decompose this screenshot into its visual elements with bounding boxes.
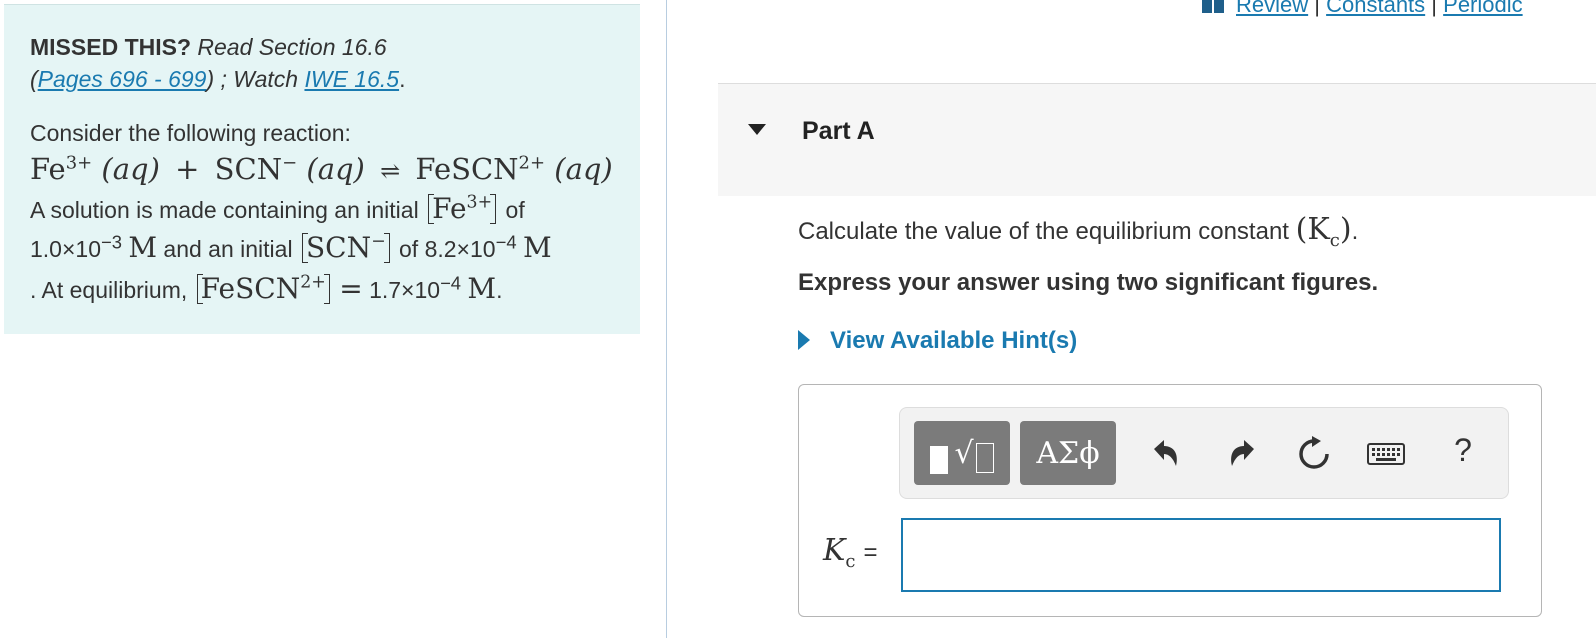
consider-text: Consider the following reaction: <box>30 120 351 146</box>
molar-unit: M <box>128 231 158 264</box>
paren-open: ( <box>30 66 38 92</box>
pages-link[interactable]: Pages 696 - 699 <box>38 66 207 92</box>
constants-link[interactable]: Constants <box>1326 0 1425 17</box>
eq-conc-exp: −4 <box>440 272 462 294</box>
period: . <box>496 277 503 303</box>
link-separator: | <box>1314 0 1320 17</box>
scn-charge: − <box>282 152 298 174</box>
fescn-charge: 2+ <box>300 272 326 293</box>
equals-sign: = <box>339 272 363 305</box>
undo-icon[interactable] <box>1146 434 1186 474</box>
greek-symbols-button[interactable]: ΑΣϕ <box>1020 421 1116 485</box>
initial-scn-line: 1.0×10−3 M and an initial SCN− of 8.2×10… <box>30 229 640 268</box>
scn-ion: SCN <box>214 152 283 186</box>
molar-unit: M <box>522 231 552 264</box>
period: . <box>1351 218 1359 245</box>
scn-conc-value: of 8.2×10 <box>399 236 496 262</box>
prompt-text: Calculate the value of the equilibrium c… <box>798 218 1289 245</box>
iwe-link[interactable]: IWE 16.5 <box>304 66 399 92</box>
fe-ion: Fe <box>30 152 66 186</box>
kc-close: ) <box>1339 212 1352 247</box>
line1-text: A solution is made containing an initial <box>30 197 419 223</box>
read-section-text: Read Section 16.6 <box>197 34 387 60</box>
aq-state: (aq) <box>101 152 160 186</box>
equilibrium-line: . At equilibrium, FeSCN2+ = 1.7×10−4 M. <box>30 268 640 311</box>
part-a-header[interactable]: Part A <box>718 83 1596 196</box>
fe-conc-exp: −3 <box>101 231 122 253</box>
instruction-text: Express your answer using two significan… <box>798 269 1379 296</box>
equilibrium-arrow: ⇌ <box>380 157 401 185</box>
answer-area: √ ΑΣϕ ? Kc = <box>798 384 1542 617</box>
review-link[interactable]: Review <box>1236 0 1308 17</box>
reaction-equation: Fe3+ (aq) + SCN− (aq) ⇌ FeSCN2+ (aq) <box>30 149 640 191</box>
fe-concentration-bracket: Fe3+ <box>428 192 497 225</box>
kc-symbol: (Kc) <box>1295 212 1352 251</box>
kc-k: K <box>823 533 846 568</box>
kc-k: (K <box>1295 212 1330 247</box>
part-title: Part A <box>802 117 875 145</box>
fescn-ion: FeSCN <box>415 152 519 186</box>
resource-links: Review | Constants | Periodic <box>1202 0 1523 18</box>
scn-concentration-bracket: SCN− <box>301 231 390 264</box>
fe-charge: 3+ <box>65 152 93 174</box>
panel-divider <box>666 0 667 638</box>
view-hints-toggle[interactable]: View Available Hint(s) <box>798 327 1077 355</box>
period: . <box>399 66 406 92</box>
kc-subscript: c <box>845 551 856 572</box>
and-initial-text: and an initial <box>163 236 293 262</box>
keyboard-icon[interactable] <box>1366 434 1406 474</box>
missed-this-line: MISSED THIS? Read Section 16.6 (Pages 69… <box>30 31 640 95</box>
scn-charge: − <box>371 231 386 252</box>
initial-fe-line: A solution is made containing an initial… <box>30 191 640 229</box>
aq-state: (aq) <box>554 152 613 186</box>
redo-icon[interactable] <box>1222 434 1262 474</box>
template-block <box>930 446 949 474</box>
plus-sign: + <box>175 152 200 186</box>
fe-ion: Fe <box>432 192 467 225</box>
kc-answer-label: Kc = <box>823 533 878 572</box>
help-icon[interactable]: ? <box>1448 432 1478 472</box>
of-text: of <box>505 197 525 223</box>
scn-ion: SCN <box>305 231 372 264</box>
caret-right-icon <box>798 330 810 350</box>
missed-label: MISSED THIS? <box>30 34 192 60</box>
fe-conc-value: 1.0×10 <box>30 236 101 262</box>
kc-subscript: c <box>1329 230 1340 251</box>
fescn-charge: 2+ <box>518 152 546 174</box>
molar-unit: M <box>467 272 497 305</box>
problem-panel: MISSED THIS? Read Section 16.6 (Pages 69… <box>4 4 640 334</box>
fescn-concentration-bracket: FeSCN2+ <box>196 272 330 305</box>
math-toolbar: √ ΑΣϕ ? <box>899 407 1509 499</box>
periodic-table-link[interactable]: Periodic <box>1443 0 1522 17</box>
at-equilibrium-text: . At equilibrium, <box>30 277 188 303</box>
template-box <box>975 443 994 473</box>
link-separator: | <box>1431 0 1438 17</box>
caret-down-icon[interactable] <box>748 124 766 135</box>
watch-text: ) ; Watch <box>206 66 299 92</box>
fe-charge: 3+ <box>466 192 493 213</box>
eq-conc-value: 1.7×10 <box>369 277 441 303</box>
hints-label: View Available Hint(s) <box>830 327 1078 354</box>
fescn-ion: FeSCN <box>200 272 301 305</box>
scn-conc-exp: −4 <box>495 231 517 253</box>
reset-icon[interactable] <box>1294 434 1334 474</box>
reaction-paragraph: Consider the following reaction: Fe3+ (a… <box>30 117 640 311</box>
sqrt-symbol: √ <box>954 435 974 471</box>
equals-sign: = <box>863 539 878 566</box>
answer-input[interactable] <box>901 518 1501 592</box>
book-icon <box>1202 0 1224 13</box>
question-prompt: Calculate the value of the equilibrium c… <box>798 212 1358 251</box>
aq-state: (aq) <box>306 152 365 186</box>
templates-button[interactable]: √ <box>914 421 1010 485</box>
